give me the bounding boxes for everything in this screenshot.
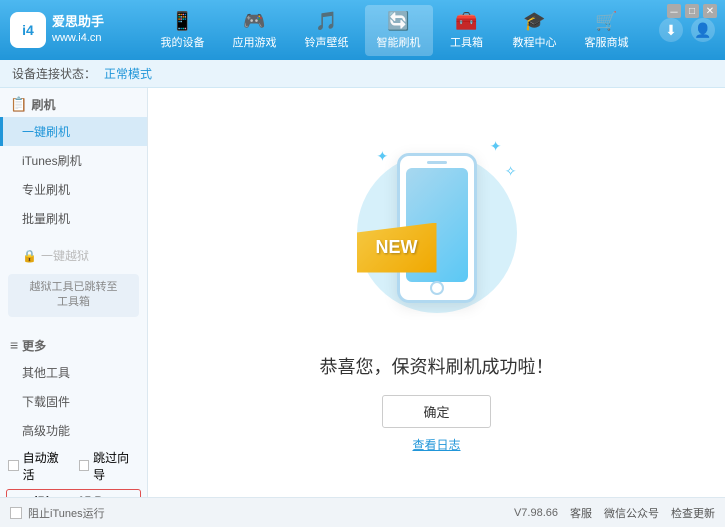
toolbox-icon: 🧰: [455, 11, 477, 32]
sidebar-section-jailbreak: 🔒 一键越狱: [0, 241, 147, 270]
auto-activate-checkbox[interactable]: [8, 460, 19, 471]
bottom-bar: 阻止iTunes运行 V7.98.66 客服 微信公众号 检查更新: [0, 497, 725, 527]
apps-icon: 🎮: [243, 11, 265, 32]
logo-icon: i4: [10, 12, 46, 48]
tab-service[interactable]: 🛒 客服商城: [573, 5, 641, 56]
sidebar-item-batch-flash[interactable]: 批量刷机: [0, 204, 147, 233]
download-button[interactable]: ⬇: [659, 18, 683, 42]
sidebar-device-box[interactable]: 📱 iPhone 15 Pro Max 512GB iPhone: [6, 489, 141, 497]
star-icon-3: ✧: [505, 163, 517, 180]
sidebar-item-one-key-flash[interactable]: 一键刷机: [0, 117, 147, 146]
sidebar-item-advanced[interactable]: 高级功能: [0, 416, 147, 445]
more-section-icon: ≡: [10, 337, 18, 353]
bottom-right: V7.98.66 客服 微信公众号 检查更新: [514, 505, 715, 521]
tab-my-device[interactable]: 📱 我的设备: [149, 5, 217, 56]
device-name: iPhone 15 Pro Max: [34, 494, 134, 497]
success-message: 恭喜您，保资料刷机成功啦！: [320, 353, 554, 379]
logo-area: i4 爱思助手 www.i4.cn: [10, 12, 130, 48]
service-icon: 🛒: [595, 11, 617, 32]
phone-home-button: [430, 281, 444, 295]
sidebar-item-other-tools[interactable]: 其他工具: [0, 358, 147, 387]
star-icon-2: ✦: [490, 138, 502, 155]
phone-speaker: [427, 161, 447, 164]
sidebar-item-itunes-flash[interactable]: iTunes刷机: [0, 146, 147, 175]
main-layout: 📋 刷机 一键刷机 iTunes刷机 专业刷机 批量刷机 🔒 一键越狱 越狱工具…: [0, 88, 725, 497]
tab-tutorials[interactable]: 🎓 教程中心: [501, 5, 569, 56]
window-controls: － □ ✕: [667, 4, 717, 18]
maximize-button[interactable]: □: [685, 4, 699, 18]
logo-text: 爱思助手 www.i4.cn: [52, 13, 104, 47]
tab-apps-games[interactable]: 🎮 应用游戏: [221, 5, 289, 56]
log-link[interactable]: 查看日志: [412, 436, 460, 453]
lock-icon: 🔒: [22, 249, 37, 263]
check-update-link[interactable]: 检查更新: [671, 505, 715, 521]
tab-ringtones[interactable]: 🎵 铃声壁纸: [293, 5, 361, 56]
smart-flash-icon: 🔄: [387, 11, 409, 32]
sidebar: 📋 刷机 一键刷机 iTunes刷机 专业刷机 批量刷机 🔒 一键越狱 越狱工具…: [0, 88, 148, 497]
tab-toolbox[interactable]: 🧰 工具箱: [437, 5, 497, 56]
sidebar-section-more: ≡ 更多: [0, 329, 147, 358]
header-right: ⬇ 👤: [659, 18, 715, 42]
my-device-icon: 📱: [171, 11, 193, 32]
version-label: V7.98.66: [514, 507, 558, 519]
itunes-checkbox[interactable]: [10, 507, 22, 519]
sidebar-checkbox-row: 自动激活 跳过向导: [0, 445, 147, 487]
bottom-left: 阻止iTunes运行: [10, 505, 514, 521]
ringtone-icon: 🎵: [315, 11, 337, 32]
user-button[interactable]: 👤: [691, 18, 715, 42]
sidebar-section-flash: 📋 刷机: [0, 88, 147, 117]
sidebar-jailbreak-notice: 越狱工具已跳转至 工具箱: [8, 274, 139, 317]
flash-section-icon: 📋: [10, 96, 27, 113]
sidebar-item-download-firmware[interactable]: 下载固件: [0, 387, 147, 416]
wechat-link[interactable]: 微信公众号: [604, 505, 659, 521]
tab-smart-flash[interactable]: 🔄 智能刷机: [365, 5, 433, 56]
new-banner: NEW: [357, 223, 437, 273]
skip-guide-checkbox[interactable]: [79, 460, 90, 471]
confirm-button[interactable]: 确定: [382, 395, 490, 428]
nav-tabs: 📱 我的设备 🎮 应用游戏 🎵 铃声壁纸 🔄 智能刷机 🧰 工具箱: [130, 5, 659, 56]
content-area: ✦ ✦ ✧ NEW 恭喜您，保资料刷机成功啦！ 确定: [148, 88, 725, 497]
breadcrumb: 设备连接状态： 正常模式: [0, 60, 725, 88]
tutorials-icon: 🎓: [523, 11, 545, 32]
close-button[interactable]: ✕: [703, 4, 717, 18]
minimize-button[interactable]: －: [667, 4, 681, 18]
customer-service-link[interactable]: 客服: [570, 505, 592, 521]
header: i4 爱思助手 www.i4.cn 📱 我的设备 🎮 应用游戏 🎵 铃声壁纸: [0, 0, 725, 60]
success-illustration: ✦ ✦ ✧ NEW: [347, 133, 527, 333]
star-icon-1: ✦: [377, 148, 389, 165]
new-badge-text: NEW: [376, 237, 418, 258]
sidebar-item-pro-flash[interactable]: 专业刷机: [0, 175, 147, 204]
